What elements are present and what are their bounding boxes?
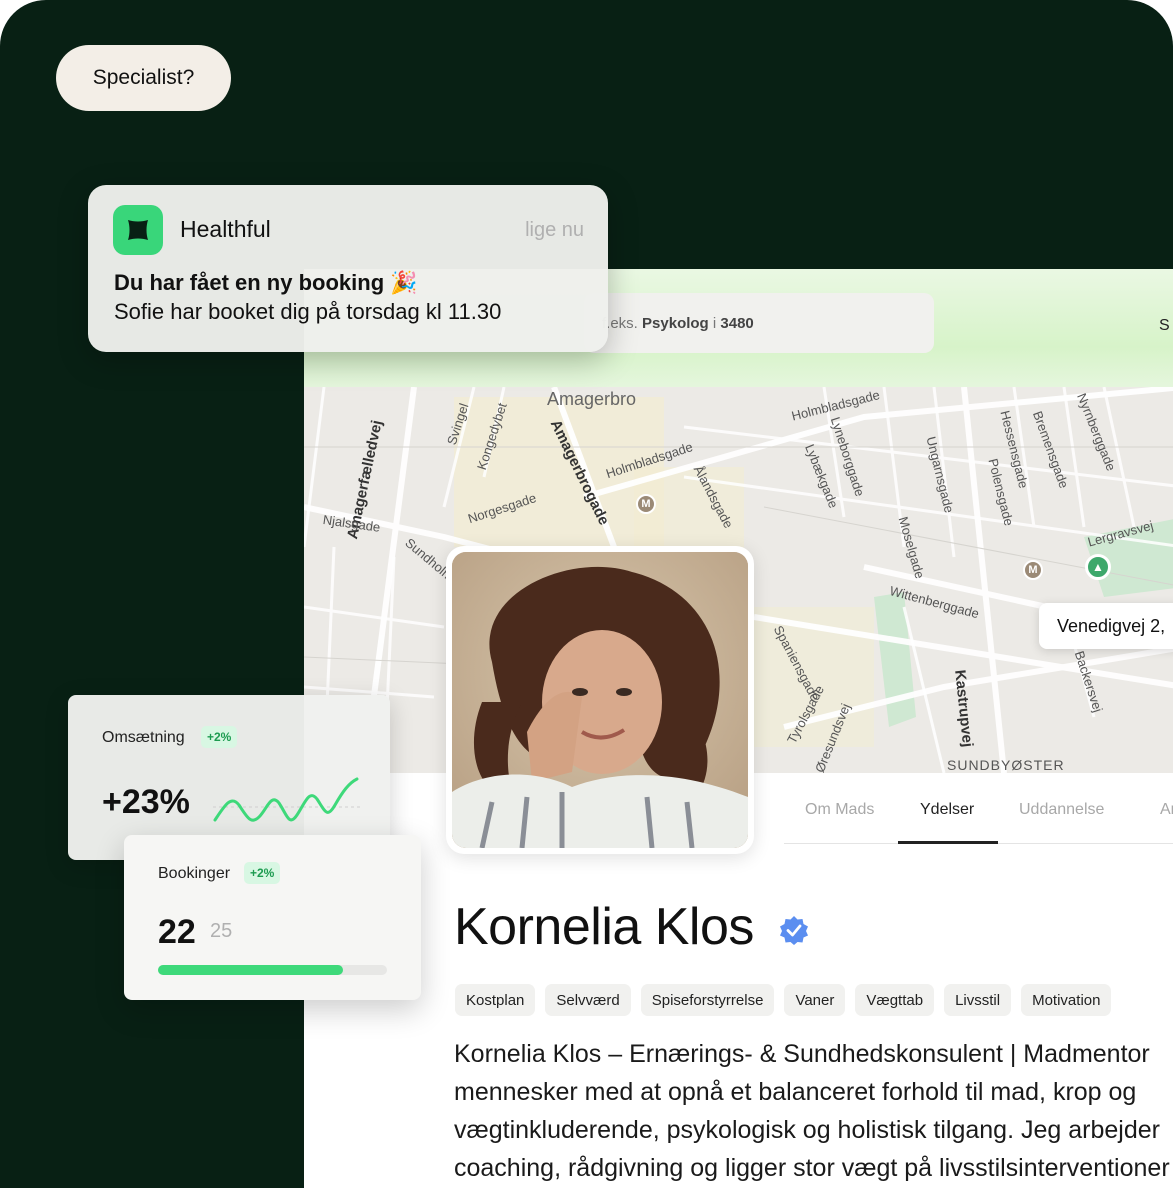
active-tab-indicator	[898, 841, 998, 844]
verified-badge-icon	[780, 916, 808, 945]
bookings-value: 22	[158, 913, 196, 951]
map-label-sundbyoster: SUNDBYØSTER	[947, 757, 1065, 773]
bio-line: mennesker med at opnå et balanceret forh…	[454, 1078, 1137, 1106]
notification-app-name: Healthful	[180, 216, 271, 242]
tag-chip[interactable]: Selvværd	[545, 984, 631, 1016]
bio-line: Kornelia Klos – Ernærings- & Sundhedskon…	[454, 1040, 1150, 1068]
notification-time: lige nu	[525, 219, 584, 241]
tab-more[interactable]: An	[1160, 801, 1173, 819]
notification-title: Du har fået en ny booking 🎉	[114, 270, 418, 295]
healthful-app-icon	[113, 205, 163, 255]
search-connector: i	[712, 314, 717, 332]
bookings-progress-fill	[158, 965, 344, 975]
profile-page: f.eks. Psykolog i 3480 S Amagerbro SUNDB…	[304, 269, 1173, 1188]
map-label-amagerbro: Amagerbro	[547, 389, 637, 409]
revenue-label: Omsætning	[102, 729, 185, 746]
revenue-sparkline	[213, 777, 361, 822]
booking-notification[interactable]: Healthful lige nu Du har fået en ny book…	[88, 185, 608, 352]
bookings-badge: +2%	[244, 862, 281, 884]
tag-chip[interactable]: Livsstil	[944, 984, 1012, 1016]
profile-name: Kornelia Klos	[454, 898, 754, 956]
tab-om-mads[interactable]: Om Mads	[805, 801, 874, 819]
bookings-progress-bar	[158, 965, 387, 975]
tag-chip[interactable]: Kostplan	[455, 984, 536, 1016]
bio-line: vægtinkluderende, psykologisk og holisti…	[454, 1116, 1160, 1144]
notification-body: Sofie har booket dig på torsdag kl 11.30	[114, 299, 502, 324]
metro-icon: M	[1023, 560, 1043, 580]
bookings-total: 25	[210, 920, 233, 942]
stage: Specialist? f.eks. Psykolog i 3480 S Ama…	[0, 0, 1173, 1188]
healthful-logo-icon	[128, 220, 148, 240]
tag-chip[interactable]: Spiseforstyrrelse	[640, 984, 775, 1016]
revenue-value: +23%	[102, 783, 190, 821]
tab-uddannelse[interactable]: Uddannelse	[1019, 801, 1104, 819]
profile-photo	[446, 546, 754, 854]
park-tree-icon[interactable]: ▲	[1085, 554, 1111, 580]
bio-line: coaching, rådgivning og ligger stor vægt…	[454, 1154, 1170, 1182]
portrait-illustration	[452, 552, 748, 848]
search-query: Psykolog	[642, 314, 709, 332]
profile-tabs: Om Mads Ydelser Uddannelse An	[784, 784, 1173, 844]
profile-bio: Kornelia Klos – Ernærings- & Sundhedskon…	[454, 1035, 1173, 1187]
tab-ydelser[interactable]: Ydelser	[920, 801, 974, 819]
address-pill[interactable]: Venedigvej 2,	[1039, 603, 1173, 649]
search-input[interactable]: f.eks. Psykolog i 3480	[584, 293, 934, 353]
tag-chip[interactable]: Motivation	[1021, 984, 1112, 1016]
search-zip: 3480	[720, 314, 754, 332]
tag-chip[interactable]: Vaner	[784, 984, 846, 1016]
specialist-button[interactable]: Specialist?	[56, 45, 231, 111]
header-right-text[interactable]: S	[1159, 317, 1170, 335]
portrait-image	[452, 552, 748, 848]
bookings-card: Bookinger +2% 22 25	[124, 835, 421, 1000]
tag-chip[interactable]: Vægttab	[855, 984, 935, 1016]
revenue-badge: +2%	[201, 726, 238, 748]
specialty-tags: Kostplan Selvværd Spiseforstyrrelse Vane…	[455, 984, 1112, 1016]
bookings-label: Bookinger	[158, 865, 231, 882]
metro-icon: M	[636, 494, 656, 514]
